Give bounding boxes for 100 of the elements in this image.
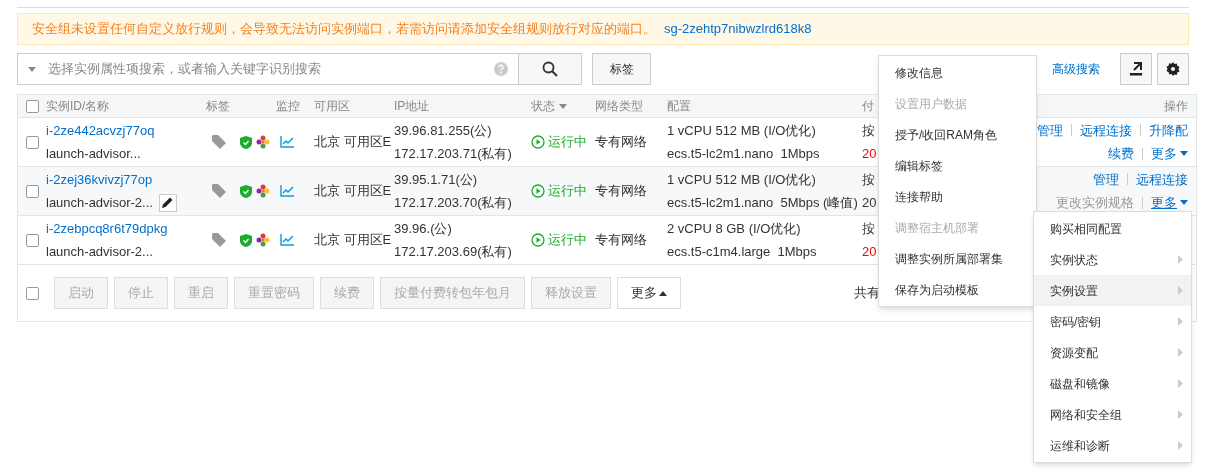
export-button[interactable] — [1120, 53, 1152, 85]
bulk-action-button: 释放设置 — [531, 277, 611, 309]
shield-icon — [240, 135, 252, 149]
menu-item[interactable]: 授予/收回RAM角色 — [879, 119, 1036, 150]
menu-item[interactable]: 修改信息 — [879, 57, 1036, 88]
menu-item: 设置用户数据 — [894, 95, 968, 113]
instance-id-link[interactable]: i-2zebpcq8r6t79dpkg — [46, 218, 206, 238]
instance-name: launch-advisor-2... — [46, 243, 153, 261]
menu-item[interactable]: 调整实例所属部署集 — [879, 243, 1036, 274]
expiry-text: 20 — [862, 145, 877, 163]
settings-icon — [1166, 62, 1180, 76]
action-link[interactable]: 管理 — [1093, 169, 1119, 189]
column-header: 可用区 — [314, 98, 350, 115]
menu-item[interactable]: 网络和安全组 — [1034, 399, 1191, 430]
security-group-link[interactable]: sg-2zehtp7nibwzlrd618k8 — [664, 19, 812, 39]
shield-icon — [240, 184, 252, 198]
column-header: IP地址 — [394, 98, 430, 115]
network-type: 专有网络 — [595, 183, 647, 199]
help-icon — [494, 62, 508, 76]
action-link[interactable]: 远程连接 — [1080, 120, 1132, 140]
caret-up-icon — [659, 290, 667, 296]
bulk-action-button: 启动 — [54, 277, 108, 309]
settings-button[interactable] — [1157, 53, 1189, 85]
tag-icon — [212, 184, 228, 198]
billing-text: 按 — [862, 170, 875, 189]
menu-item[interactable]: 购买相同配置 — [1034, 213, 1191, 244]
checkbox[interactable] — [26, 135, 39, 149]
chevron-right-icon — [1178, 410, 1183, 419]
config-text: 2 vCPU 8 GB (I/O优化) — [667, 219, 802, 238]
menu-item[interactable]: 密码/密钥 — [1034, 306, 1191, 337]
action-link[interactable]: 远程连接 — [1136, 169, 1188, 189]
caret-down-icon — [1180, 151, 1188, 157]
caret-down-icon — [559, 103, 567, 109]
instance-id-link[interactable]: i-2ze442acvzj77oq — [46, 120, 206, 140]
zone-text: 北京 可用区E — [314, 232, 392, 248]
chevron-right-icon — [1178, 255, 1183, 264]
more-dropdown[interactable]: 更多 — [1151, 193, 1188, 213]
bulk-action-button: 按量付费转包年包月 — [380, 277, 525, 309]
action-text: 更改实例规格 — [1056, 194, 1134, 212]
column-header: 实例ID/名称 — [46, 98, 110, 115]
billing-text: 按 — [862, 121, 875, 140]
chevron-right-icon — [1178, 286, 1183, 295]
menu-item: 调整宿主机部署 — [894, 219, 980, 237]
expiry-text: 20 — [862, 194, 877, 212]
status-text: 运行中 — [548, 182, 587, 201]
search-button[interactable] — [519, 53, 582, 85]
caret-down-icon — [1180, 200, 1188, 206]
menu-item[interactable]: 运维和诊断 — [1034, 430, 1191, 461]
menu-item[interactable]: 实例状态 — [1034, 244, 1191, 275]
checkbox[interactable] — [26, 286, 39, 300]
column-header: 操作 — [1164, 98, 1188, 115]
instance-id-link[interactable]: i-2zej36kvivzj77op — [46, 169, 206, 189]
flower-icon — [256, 233, 270, 247]
instance-name: launch-advisor... — [46, 145, 141, 163]
instance-name: launch-advisor-2... — [46, 194, 153, 212]
instance-type: ecs.t5-lc2m1.nano 5Mbps (峰值) — [667, 194, 859, 212]
menu-item[interactable]: 连接帮助 — [879, 181, 1036, 212]
chevron-right-icon — [1178, 441, 1183, 450]
private-ip: 172.17.203.71(私有) — [394, 145, 513, 163]
checkbox[interactable] — [26, 99, 39, 113]
column-header: 状态 — [531, 98, 555, 115]
private-ip: 172.17.203.69(私有) — [394, 243, 513, 261]
menu-item[interactable]: 编辑标签 — [879, 150, 1036, 181]
action-link[interactable]: 升降配 — [1149, 120, 1188, 140]
chevron-right-icon — [1178, 348, 1183, 357]
more-dropdown[interactable]: 更多 — [1151, 144, 1188, 164]
instance-type: ecs.t5-c1m4.large 1Mbps — [667, 243, 818, 261]
billing-text: 按 — [862, 219, 875, 238]
chevron-right-icon — [1178, 317, 1183, 326]
bulk-action-button: 重启 — [174, 277, 228, 309]
network-type: 专有网络 — [595, 232, 647, 248]
action-link[interactable]: 管理 — [1037, 120, 1063, 140]
menu-item[interactable]: 保存为启动模板 — [879, 274, 1036, 305]
menu-item[interactable]: 资源变配 — [1034, 337, 1191, 368]
menu-item[interactable]: 磁盘和镜像 — [1034, 368, 1191, 399]
edit-button[interactable] — [158, 193, 177, 212]
checkbox[interactable] — [26, 233, 39, 247]
flower-icon — [256, 135, 270, 149]
export-icon — [1129, 62, 1143, 76]
public-ip: 39.96.81.255(公) — [394, 121, 493, 140]
advanced-search-link[interactable]: 高级搜索 — [1052, 60, 1100, 78]
network-type: 专有网络 — [595, 134, 647, 150]
total-count-text: 共有 — [854, 284, 880, 303]
config-text: 1 vCPU 512 MB (I/O优化) — [667, 170, 817, 189]
bulk-action-button[interactable]: 更多 — [617, 277, 681, 309]
bulk-action-button: 停止 — [114, 277, 168, 309]
zone-text: 北京 可用区E — [314, 183, 392, 199]
menu-item[interactable]: 实例设置 — [1034, 275, 1191, 306]
tag-icon — [212, 233, 228, 247]
bulk-action-button: 续费 — [320, 277, 374, 309]
action-link[interactable]: 续费 — [1108, 144, 1134, 164]
tag-icon — [212, 135, 228, 149]
expiry-text: 20 — [862, 243, 877, 261]
search-field[interactable]: 选择实例属性项搜索，或者输入关键字识别搜索 — [17, 53, 519, 85]
checkbox[interactable] — [26, 184, 39, 198]
tag-button[interactable]: 标签 — [592, 53, 651, 85]
zone-text: 北京 可用区E — [314, 134, 392, 150]
chevron-right-icon — [1178, 379, 1183, 388]
shield-icon — [240, 233, 252, 247]
search-icon — [542, 61, 558, 77]
